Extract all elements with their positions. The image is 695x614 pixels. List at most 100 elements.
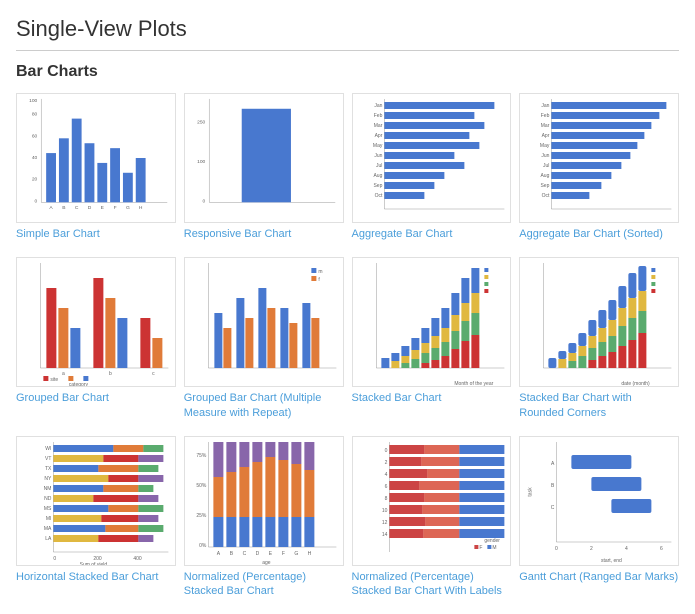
svg-text:date (month): date (month) — [622, 381, 651, 387]
svg-text:B: B — [551, 483, 555, 489]
svg-text:2: 2 — [384, 460, 387, 466]
chart-box-simple-bar[interactable]: 0 20 40 60 80 100 A B C D E — [16, 93, 176, 223]
svg-text:b: b — [109, 371, 112, 377]
svg-text:B: B — [229, 551, 233, 557]
svg-text:Jan: Jan — [374, 103, 382, 109]
svg-text:c: c — [152, 371, 155, 377]
svg-text:NM: NM — [44, 486, 52, 492]
chart-box-stacked-bar[interactable]: Month of the year — [352, 257, 512, 387]
svg-text:H: H — [307, 551, 311, 557]
chart-box-aggregate-bar-sorted[interactable]: Jan Feb Mar Apr May Jun Jul Aug Sep Oct — [519, 93, 679, 223]
svg-text:F: F — [282, 551, 285, 557]
chart-box-horizontal-stacked[interactable]: WI VT TX NY NM ND MS MI MA LA 0 200 400 … — [16, 436, 176, 566]
chart-item-normalized-stacked: 0% 25% 50% 75% A B C D E F G H age Norma… — [184, 436, 344, 599]
svg-text:F: F — [479, 545, 482, 551]
svg-text:MI: MI — [46, 516, 52, 522]
svg-text:100: 100 — [197, 159, 205, 165]
chart-box-grouped-bar-multiple[interactable]: m f — [184, 257, 344, 387]
svg-text:12: 12 — [381, 520, 387, 526]
svg-text:250: 250 — [197, 120, 205, 126]
svg-text:Aug: Aug — [541, 173, 550, 179]
svg-text:A: A — [49, 205, 53, 211]
svg-text:Jul: Jul — [375, 163, 381, 169]
chart-label-horizontal-stacked[interactable]: Horizontal Stacked Bar Chart — [16, 570, 158, 584]
chart-label-aggregate-bar-sorted[interactable]: Aggregate Bar Chart (Sorted) — [519, 227, 663, 241]
svg-text:14: 14 — [381, 532, 387, 538]
svg-text:gender: gender — [484, 538, 500, 544]
chart-item-stacked-bar-rounded: date (month) Stacked Bar Chart with Roun… — [519, 257, 679, 420]
svg-text:E: E — [101, 205, 105, 211]
svg-text:Aug: Aug — [373, 173, 382, 179]
svg-text:ND: ND — [44, 496, 52, 502]
charts-grid: 0 20 40 60 80 100 A B C D E — [16, 93, 679, 598]
chart-item-normalized-stacked-labels: 0 2 4 6 8 10 12 14 F M gender Normalized… — [352, 436, 512, 599]
svg-text:D: D — [88, 205, 92, 211]
chart-box-grouped-bar[interactable]: site a b c category — [16, 257, 176, 387]
svg-text:4: 4 — [384, 472, 387, 478]
chart-box-stacked-bar-rounded[interactable]: date (month) — [519, 257, 679, 387]
chart-item-grouped-bar-multiple: m f Grouped Bar Chart (Multiple Measure … — [184, 257, 344, 420]
svg-text:Apr: Apr — [542, 133, 550, 139]
chart-box-gantt[interactable]: A B C task 0 2 4 6 start, end — [519, 436, 679, 566]
svg-text:80: 80 — [32, 112, 38, 118]
svg-text:category: category — [69, 382, 89, 387]
svg-text:6: 6 — [384, 484, 387, 490]
chart-label-grouped-bar[interactable]: Grouped Bar Chart — [16, 391, 109, 405]
chart-box-normalized-stacked[interactable]: 0% 25% 50% 75% A B C D E F G H age — [184, 436, 344, 566]
svg-text:M: M — [492, 545, 496, 551]
svg-text:Jun: Jun — [542, 153, 550, 159]
chart-item-simple-bar: 0 20 40 60 80 100 A B C D E — [16, 93, 176, 241]
chart-box-aggregate-bar[interactable]: Jan Feb Mar Apr May Jun Jul Aug Sep Oct — [352, 93, 512, 223]
svg-text:60: 60 — [32, 133, 38, 139]
svg-text:D: D — [255, 551, 259, 557]
svg-text:TX: TX — [45, 466, 52, 472]
svg-text:20: 20 — [32, 177, 38, 183]
chart-label-aggregate-bar[interactable]: Aggregate Bar Chart — [352, 227, 453, 241]
chart-label-grouped-bar-multiple[interactable]: Grouped Bar Chart (Multiple Measure with… — [184, 391, 344, 420]
chart-label-stacked-bar-rounded[interactable]: Stacked Bar Chart with Rounded Corners — [519, 391, 679, 420]
chart-box-responsive-bar[interactable]: 0 100 250 — [184, 93, 344, 223]
svg-text:May: May — [372, 143, 382, 149]
svg-text:Feb: Feb — [541, 113, 550, 119]
svg-text:Oct: Oct — [374, 193, 382, 199]
chart-box-normalized-stacked-labels[interactable]: 0 2 4 6 8 10 12 14 F M gender — [352, 436, 512, 566]
svg-text:Apr: Apr — [374, 133, 382, 139]
svg-text:Mar: Mar — [541, 123, 550, 129]
svg-text:Sep: Sep — [541, 183, 550, 189]
svg-text:Mar: Mar — [373, 123, 382, 129]
svg-text:LA: LA — [45, 536, 52, 542]
chart-item-gantt: A B C task 0 2 4 6 start, end Gantt Char… — [519, 436, 679, 599]
svg-text:Sep: Sep — [373, 183, 382, 189]
svg-text:WI: WI — [45, 446, 51, 452]
svg-text:C: C — [551, 505, 555, 511]
svg-text:A: A — [551, 461, 555, 467]
chart-label-gantt[interactable]: Gantt Chart (Ranged Bar Marks) — [519, 570, 678, 584]
chart-item-responsive-bar: 0 100 250 Responsive Bar Chart — [184, 93, 344, 241]
svg-text:VT: VT — [45, 456, 51, 462]
chart-label-simple-bar[interactable]: Simple Bar Chart — [16, 227, 100, 241]
svg-text:Jan: Jan — [542, 103, 550, 109]
svg-text:50%: 50% — [196, 483, 207, 489]
chart-item-aggregate-bar: Jan Feb Mar Apr May Jun Jul Aug Sep Oct … — [352, 93, 512, 241]
chart-label-stacked-bar[interactable]: Stacked Bar Chart — [352, 391, 442, 405]
chart-label-normalized-stacked-labels[interactable]: Normalized (Percentage) Stacked Bar Char… — [352, 570, 512, 599]
svg-text:C: C — [242, 551, 246, 557]
svg-text:MS: MS — [44, 506, 52, 512]
page-title: Single-View Plots — [16, 16, 679, 51]
svg-text:G: G — [126, 205, 130, 211]
svg-text:Oct: Oct — [542, 193, 550, 199]
svg-text:MA: MA — [44, 526, 52, 532]
chart-label-normalized-stacked[interactable]: Normalized (Percentage) Stacked Bar Char… — [184, 570, 344, 599]
svg-text:0: 0 — [555, 546, 558, 552]
svg-text:A: A — [216, 551, 220, 557]
svg-text:C: C — [75, 205, 79, 211]
svg-text:F: F — [114, 205, 117, 211]
chart-label-responsive-bar[interactable]: Responsive Bar Chart — [184, 227, 292, 241]
svg-text:0%: 0% — [199, 543, 207, 549]
svg-text:B: B — [62, 205, 66, 211]
svg-text:75%: 75% — [196, 453, 207, 459]
svg-text:2: 2 — [590, 546, 593, 552]
svg-text:f: f — [318, 277, 320, 283]
svg-text:Month of the year: Month of the year — [454, 381, 493, 387]
svg-text:0: 0 — [202, 198, 205, 204]
